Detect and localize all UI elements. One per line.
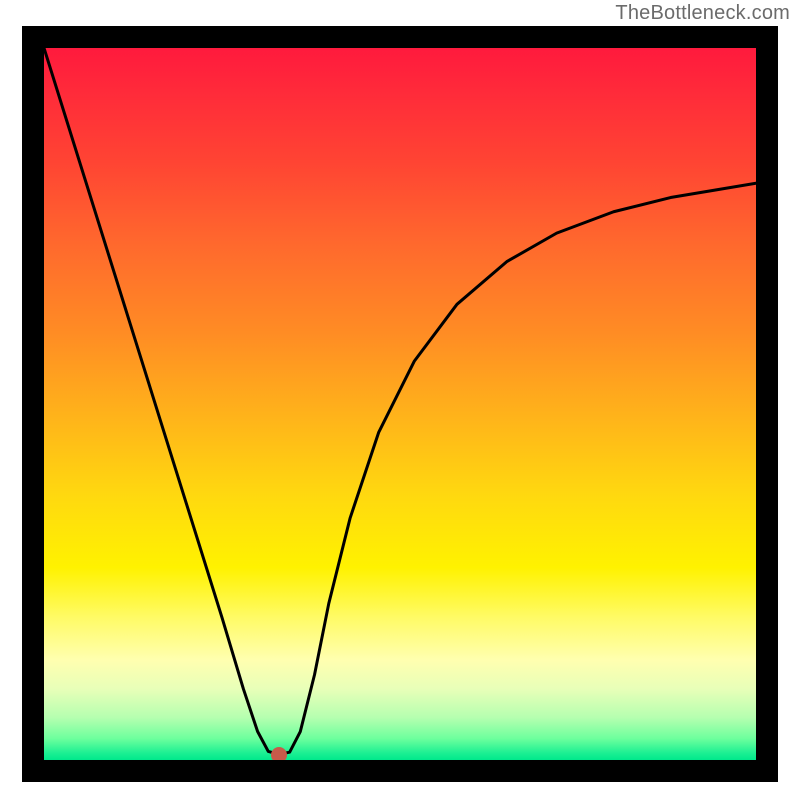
minimum-marker: [271, 747, 287, 760]
chart-container: TheBottleneck.com: [0, 0, 800, 800]
bottleneck-curve: [44, 48, 756, 760]
attribution-text: TheBottleneck.com: [615, 2, 790, 25]
plot-area: [44, 48, 756, 760]
plot-frame: [22, 26, 778, 782]
